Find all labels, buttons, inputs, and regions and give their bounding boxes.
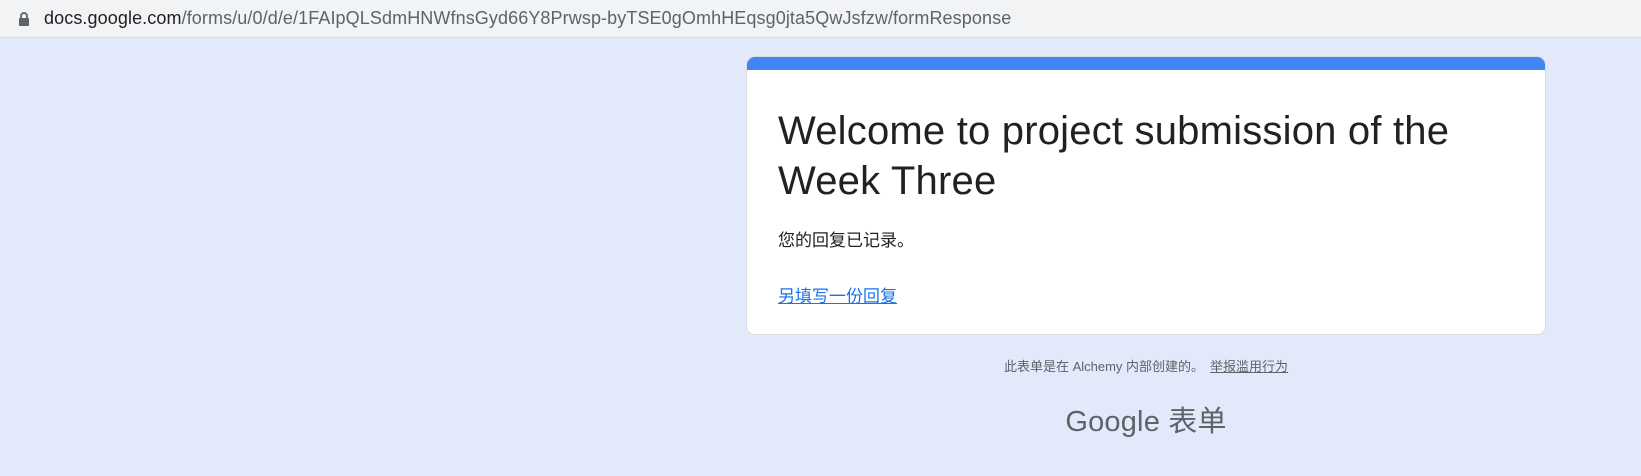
url-host: docs.google.com [44, 8, 182, 28]
confirmation-message: 您的回复已记录。 [778, 231, 914, 250]
form-response-card: Welcome to project submission of the Wee… [746, 56, 1546, 335]
lock-icon[interactable] [18, 11, 30, 26]
url-path: /forms/u/0/d/e/1FAIpQLSdmHNWfnsGyd66Y8Pr… [181, 8, 1012, 28]
submit-another-response-link[interactable]: 另填写一份回复 [778, 286, 897, 308]
address-bar[interactable]: docs.google.com/forms/u/0/d/e/1FAIpQLSdm… [0, 0, 1641, 38]
card-body: Welcome to project submission of the Wee… [747, 70, 1545, 308]
footer-note: 此表单是在 Alchemy 内部创建的。 举报滥用行为 [746, 356, 1546, 375]
footer-note-text: 此表单是在 Alchemy 内部创建的。 [1003, 359, 1205, 374]
url-text[interactable]: docs.google.com/forms/u/0/d/e/1FAIpQLSdm… [44, 8, 1011, 29]
google-forms-logo[interactable]: Google 表单 [746, 398, 1546, 440]
form-title: Welcome to project submission of the Wee… [778, 109, 1450, 203]
report-abuse-link[interactable]: 举报滥用行为 [1210, 359, 1288, 374]
card-accent-bar [747, 57, 1545, 70]
